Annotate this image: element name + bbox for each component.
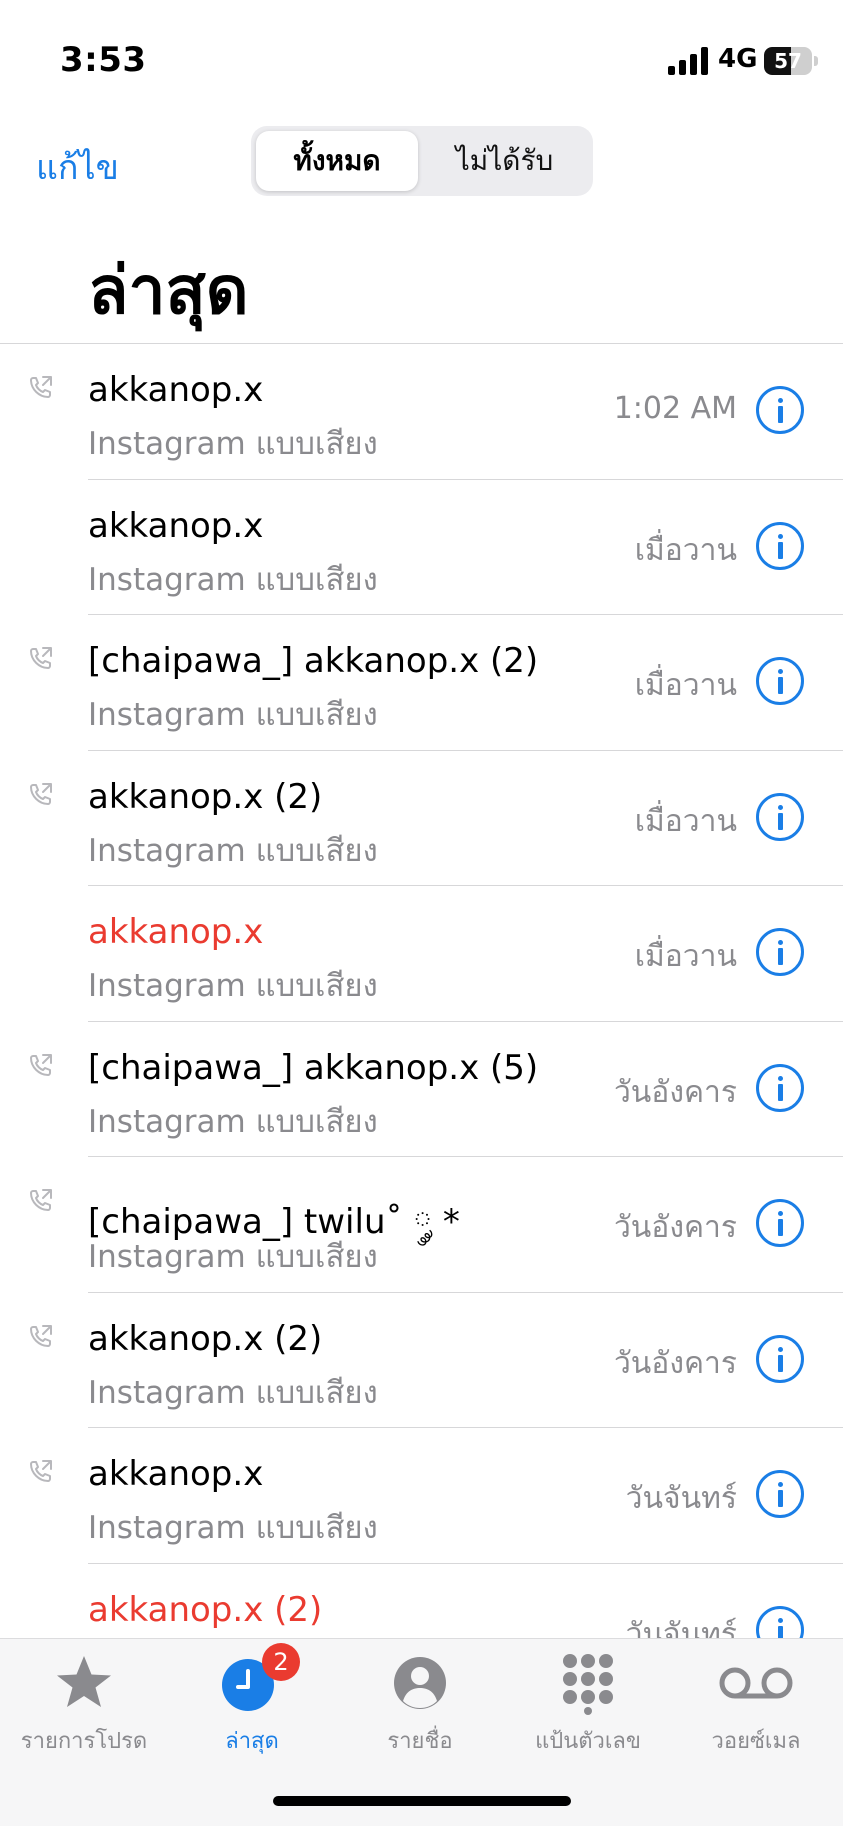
call-time: เมื่อวาน <box>634 803 737 839</box>
call-type: Instagram แบบเสียง <box>88 697 378 733</box>
tab-recents-label: ล่าสุด <box>225 1729 279 1754</box>
call-type: Instagram แบบเสียง <box>88 968 378 1004</box>
call-type: Instagram แบบเสียง <box>88 1374 378 1411</box>
call-type: Instagram แบบเสียง <box>88 1510 378 1546</box>
outgoing-call-icon <box>28 781 54 807</box>
info-icon[interactable] <box>756 792 804 841</box>
recents-badge: 2 <box>262 1643 300 1681</box>
caller-name: akkanop.x (2) <box>88 1589 323 1630</box>
outgoing-call-icon <box>28 1458 54 1484</box>
call-time: วันจันทร์ <box>625 1616 737 1640</box>
call-time: วันจันทร์ <box>625 1481 737 1516</box>
info-icon[interactable] <box>756 386 804 434</box>
edit-button[interactable]: แก้ไข <box>36 140 119 194</box>
call-time: วันอังคาร <box>613 1345 737 1381</box>
call-row[interactable]: akkanop.x Instagram แบบเสียง 1:02 AM <box>0 344 843 480</box>
info-icon[interactable] <box>756 1199 804 1247</box>
info-icon[interactable] <box>756 521 804 570</box>
outgoing-call-icon <box>28 645 54 671</box>
tab-recents[interactable]: 2 ล่าสุด <box>168 1643 336 1758</box>
call-type: Instagram แบบเสียง <box>88 832 378 869</box>
caller-name: [chaipawa_] akkanop.x (5) <box>88 1047 539 1088</box>
clock-icon: 2 <box>220 1643 300 1715</box>
tab-keypad[interactable]: แป้นตัวเลข <box>504 1651 672 1758</box>
call-type: Instagram แบบเสียง <box>88 1239 378 1275</box>
outgoing-call-icon <box>28 1323 54 1349</box>
recent-calls-list[interactable]: akkanop.x Instagram แบบเสียง 1:02 AM akkano… <box>0 343 843 1639</box>
call-type: Instagram แบบเสียง <box>88 561 378 598</box>
caller-name: akkanop.x <box>88 505 264 546</box>
keypad-icon <box>563 1654 613 1715</box>
status-bar: 3:53 4G 57 <box>0 0 843 110</box>
call-time: วันอังคาร <box>613 1210 737 1245</box>
call-row[interactable]: akkanop.x (2) วันจันทร์ <box>0 1564 843 1640</box>
call-type: Instagram แบบเสียง <box>88 1103 378 1140</box>
outgoing-call-icon <box>28 374 54 400</box>
call-type: Instagram แบบเสียง <box>88 426 378 462</box>
call-row[interactable]: akkanop.x Instagram แบบเสียง วันจันทร์ <box>0 1428 843 1564</box>
info-icon[interactable] <box>756 1470 804 1518</box>
call-row[interactable]: akkanop.x Instagram แบบเสียง เมื่อวาน <box>0 480 843 616</box>
info-icon[interactable] <box>756 1063 804 1112</box>
status-time: 3:53 <box>60 40 147 80</box>
info-icon[interactable] <box>756 657 804 705</box>
person-icon <box>394 1657 446 1709</box>
call-row[interactable]: akkanop.x (2) Instagram แบบเสียง เมื่อวาน <box>0 751 843 887</box>
call-row[interactable]: [chaipawa_] twilu˚ ༘ * Instagram แบบเสียง… <box>0 1157 843 1293</box>
segment-missed[interactable]: ไม่ได้รับ <box>421 131 588 191</box>
battery-cap <box>814 56 818 66</box>
caller-name: akkanop.x (2) <box>88 1318 323 1359</box>
network-label: 4G <box>718 44 758 74</box>
call-time: เมื่อวาน <box>634 668 737 703</box>
battery-icon: 57 <box>764 47 812 75</box>
tab-bar: รายการโปรด 2 ล่าสุด รายชื่อ แป้นตัวเลข ว… <box>0 1638 843 1826</box>
filter-segmented-control: ทั้งหมด ไม่ได้รับ <box>251 126 593 196</box>
call-time: วันอังคาร <box>613 1074 737 1110</box>
caller-name: akkanop.x (2) <box>88 776 323 817</box>
tab-keypad-label: แป้นตัวเลข <box>535 1729 641 1754</box>
info-icon[interactable] <box>756 1334 804 1383</box>
tab-favorites-label: รายการโปรด <box>20 1729 148 1754</box>
outgoing-call-icon <box>28 1052 54 1078</box>
tab-contacts[interactable]: รายชื่อ <box>336 1651 504 1758</box>
star-icon <box>57 1656 111 1707</box>
call-time: 1:02 AM <box>613 391 737 426</box>
home-indicator <box>273 1796 571 1806</box>
battery-level: 57 <box>774 49 802 73</box>
tab-favorites[interactable]: รายการโปรด <box>0 1651 168 1758</box>
caller-name: akkanop.x <box>88 370 264 410</box>
tab-voicemail[interactable]: วอยซ์เมล <box>672 1651 840 1758</box>
call-row[interactable]: [chaipawa_] akkanop.x (2) Instagram แบบเส… <box>0 615 843 751</box>
caller-name: akkanop.x <box>88 912 264 952</box>
call-time: เมื่อวาน <box>634 532 737 568</box>
caller-name: akkanop.x <box>88 1454 264 1494</box>
page-title: ล่าสุด <box>88 252 249 329</box>
signal-icon <box>668 47 708 75</box>
tab-contacts-label: รายชื่อ <box>387 1729 453 1754</box>
caller-name: [chaipawa_] akkanop.x (2) <box>88 641 539 681</box>
segment-all[interactable]: ทั้งหมด <box>256 131 418 191</box>
voicemail-icon <box>719 1667 793 1699</box>
info-icon[interactable] <box>756 1605 804 1639</box>
call-row[interactable]: akkanop.x (2) Instagram แบบเสียง วันอังคาร <box>0 1293 843 1429</box>
outgoing-call-icon <box>28 1187 54 1213</box>
call-row[interactable]: akkanop.x Instagram แบบเสียง เมื่อวาน <box>0 886 843 1022</box>
call-time: เมื่อวาน <box>634 939 737 974</box>
info-icon[interactable] <box>756 928 804 976</box>
tab-voicemail-label: วอยซ์เมล <box>711 1729 801 1754</box>
call-row[interactable]: [chaipawa_] akkanop.x (5) Instagram แบบเส… <box>0 1022 843 1158</box>
